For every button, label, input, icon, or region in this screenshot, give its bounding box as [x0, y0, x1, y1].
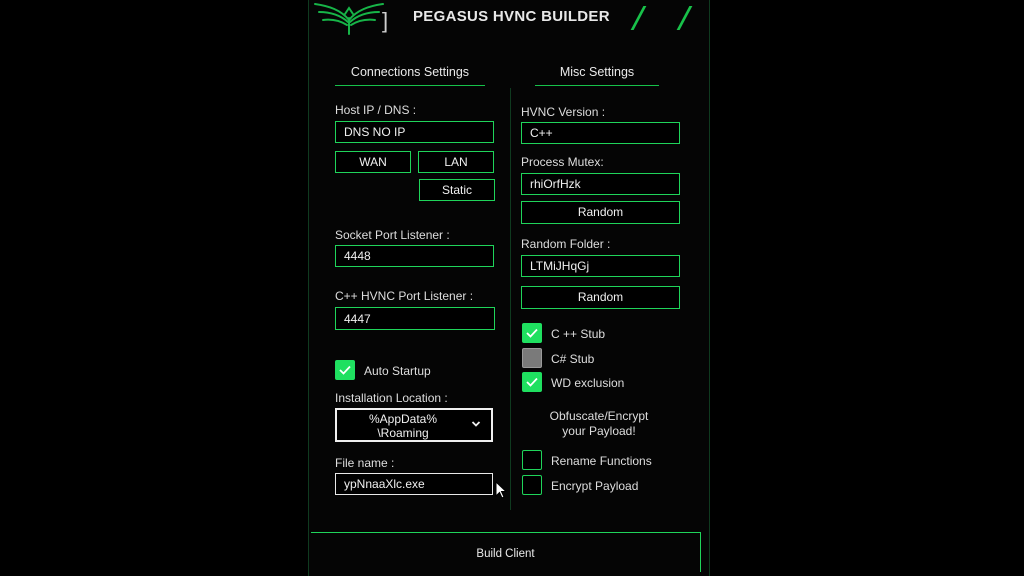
process-mutex-input[interactable]: rhiOrfHzk — [521, 173, 680, 195]
hvnc-version-input[interactable]: C++ — [521, 122, 680, 144]
check-icon — [339, 365, 351, 375]
wan-button[interactable]: WAN — [335, 151, 411, 173]
close-slash-icon[interactable] — [676, 6, 693, 30]
install-location-label: Installation Location : — [335, 391, 448, 405]
mouse-cursor-icon — [495, 481, 507, 499]
install-location-value: %AppData% \Roaming — [368, 412, 438, 440]
cs-stub-checkbox[interactable] — [522, 348, 542, 368]
cs-stub-label: C# Stub — [551, 352, 595, 366]
tab-misc-settings[interactable]: Misc Settings — [535, 65, 659, 86]
encrypt-payload-checkbox[interactable] — [522, 475, 542, 495]
rename-functions-label: Rename Functions — [551, 454, 652, 468]
cpp-port-input[interactable]: 4447 — [335, 307, 495, 330]
tab-connections-settings[interactable]: Connections Settings — [335, 65, 485, 86]
encrypt-payload-label: Encrypt Payload — [551, 479, 639, 493]
folder-random-button[interactable]: Random — [521, 286, 680, 309]
lan-button[interactable]: LAN — [418, 151, 494, 173]
rename-functions-checkbox[interactable] — [522, 450, 542, 470]
process-mutex-label: Process Mutex: — [521, 155, 604, 169]
mutex-random-button[interactable]: Random — [521, 201, 680, 224]
check-icon — [526, 328, 538, 338]
build-client-button[interactable]: Build Client — [311, 532, 701, 572]
check-icon — [526, 377, 538, 387]
obfuscate-text: Obfuscate/Encrypt your Payload! — [549, 409, 649, 438]
cpp-stub-label: C ++ Stub — [551, 327, 606, 341]
socket-port-input[interactable]: 4448 — [335, 245, 494, 267]
title-bracket: ] — [382, 8, 389, 33]
chevron-down-icon — [471, 421, 481, 427]
install-location-select[interactable]: %AppData% \Roaming — [335, 408, 493, 442]
auto-startup-checkbox[interactable] — [335, 360, 355, 380]
wd-exclusion-checkbox[interactable] — [522, 372, 542, 392]
file-name-input[interactable]: ypNnaaXlc.exe — [335, 473, 493, 495]
auto-startup-label: Auto Startup — [364, 364, 431, 378]
hvnc-version-label: HVNC Version : — [521, 105, 606, 119]
socket-port-label: Socket Port Listener : — [335, 228, 450, 242]
static-button[interactable]: Static — [419, 179, 495, 201]
host-input[interactable]: DNS NO IP — [335, 121, 494, 143]
app-title: PEGASUS HVNC BUILDER — [413, 8, 610, 25]
builder-window: ] PEGASUS HVNC BUILDER Connections Setti… — [308, 0, 710, 576]
pegasus-logo-icon — [314, 3, 384, 35]
wd-exclusion-label: WD exclusion — [551, 376, 625, 390]
column-divider — [510, 88, 511, 510]
cpp-port-label: C++ HVNC Port Listener : — [335, 289, 474, 303]
random-folder-input[interactable]: LTMiJHqGj — [521, 255, 680, 277]
obfuscate-heading: Obfuscate/Encrypt your Payload! — [539, 409, 659, 439]
file-name-label: File name : — [335, 456, 395, 470]
host-label: Host IP / DNS : — [335, 103, 417, 117]
random-folder-label: Random Folder : — [521, 237, 611, 251]
cpp-stub-checkbox[interactable] — [522, 323, 542, 343]
minimize-slash-icon[interactable] — [630, 6, 647, 30]
